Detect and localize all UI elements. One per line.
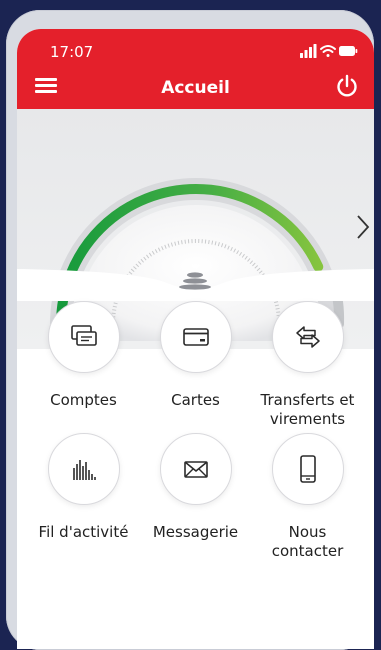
- phone-frame: 17:07 Accueil Comptes Cartes Transferts …: [6, 10, 374, 650]
- tile-circle[interactable]: [47, 301, 120, 373]
- tile-transferts[interactable]: Transferts et virements: [251, 301, 364, 429]
- tile-cartes[interactable]: Cartes: [139, 301, 252, 410]
- tile-comptes[interactable]: Comptes: [27, 301, 140, 410]
- status-icons: [300, 44, 358, 58]
- page-title: Accueil: [161, 78, 230, 98]
- tile-label: Transferts et virements: [260, 391, 355, 428]
- credit-card-icon: [182, 328, 209, 346]
- tile-messagerie[interactable]: Messagerie: [139, 433, 252, 542]
- tile-label: Messagerie: [152, 523, 239, 541]
- hero-divider: [17, 269, 374, 301]
- app-screen: 17:07 Accueil Comptes Cartes Transferts …: [17, 29, 374, 649]
- app-header: Accueil: [17, 65, 374, 110]
- status-time: 17:07: [50, 43, 94, 61]
- tile-circle[interactable]: [271, 301, 344, 373]
- tile-circle[interactable]: [159, 433, 232, 505]
- tile-circle[interactable]: [47, 433, 120, 505]
- chevron-right-icon[interactable]: [355, 214, 371, 240]
- power-icon[interactable]: [334, 73, 360, 99]
- signal-icon: [300, 44, 317, 58]
- activity-bars-icon: [72, 460, 96, 480]
- transfer-arrows-icon: [295, 326, 320, 348]
- tile-circle[interactable]: [159, 301, 232, 373]
- wifi-icon: [320, 45, 336, 57]
- contactless-icon: [179, 272, 211, 290]
- envelope-icon: [183, 461, 208, 478]
- tile-nous-contacter[interactable]: Nous contacter: [251, 433, 364, 561]
- cards-stack-icon: [70, 325, 97, 346]
- tile-label: Fil d'activité: [38, 523, 129, 541]
- phone-icon: [299, 455, 316, 483]
- tile-label: Cartes: [171, 391, 220, 409]
- tile-circle[interactable]: [271, 433, 344, 505]
- tile-label: Comptes: [50, 391, 117, 409]
- battery-icon: [339, 46, 358, 56]
- tile-fil-activite[interactable]: Fil d'activité: [27, 433, 140, 542]
- tile-label: Nous contacter: [271, 523, 344, 560]
